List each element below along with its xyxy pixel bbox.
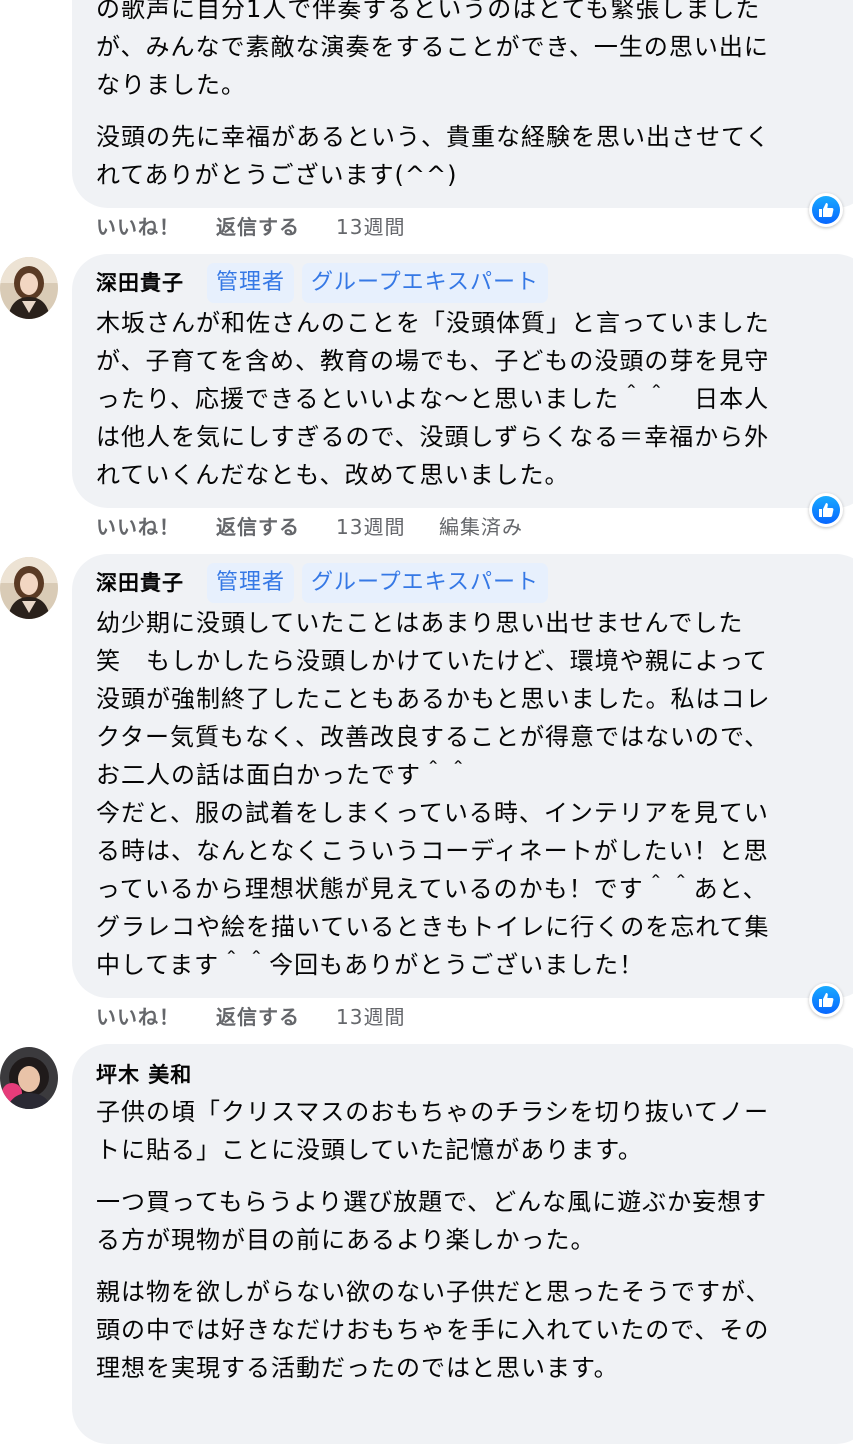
like-reaction-badge[interactable] — [809, 983, 843, 1017]
avatar[interactable] — [0, 557, 58, 619]
edited-label: 編集済み — [439, 515, 523, 539]
comment-text: 一つ買ってもらうより選び放題で、どんな風に遊ぶか妄想す る方が現物が目の前にある… — [96, 1188, 768, 1254]
timestamp[interactable]: 13週間 — [336, 514, 405, 540]
comment-text: 子供の頃「クリスマスのおもちゃのチラシを切り抜いてノー トに貼る」ことに没頭して… — [96, 1098, 770, 1164]
reply-link[interactable]: 返信する — [216, 1004, 300, 1030]
thumbs-up-icon — [819, 203, 834, 217]
like-link[interactable]: いいね！ — [96, 1004, 180, 1030]
comment-text: の歌声に自分1人で伴奏するというのはとても緊張しました が、みんなで素敵な演奏を… — [96, 0, 769, 99]
admin-badge: 管理者 — [207, 263, 295, 303]
reply-link[interactable]: 返信する — [216, 214, 300, 240]
comment-text: 木坂さんが和佐さんのことを「没頭体質」と言っていました が、子育てを含め、教育の… — [96, 309, 770, 489]
thumbs-up-icon — [819, 503, 834, 517]
reply-link[interactable]: 返信する — [216, 514, 300, 540]
like-reaction-badge[interactable] — [809, 193, 843, 227]
comment-text: 幼少期に没頭していたことはあまり思い出せませんでした 笑 もしかしたら没頭しかけ… — [96, 609, 771, 979]
like-link[interactable]: いいね！ — [96, 514, 180, 540]
like-link[interactable]: いいね！ — [96, 214, 180, 240]
comment-text: 親は物を欲しがらない欲のない子供だと思ったそうですが、 頭の中では好きなだけおも… — [96, 1278, 771, 1382]
comment-text: 没頭の先に幸福があるという、貴重な経験を思い出させてく れてありがとうございます… — [96, 123, 771, 189]
avatar[interactable] — [0, 257, 58, 319]
avatar[interactable] — [0, 1047, 58, 1109]
comment-author[interactable]: 坪木 美和 — [96, 1060, 192, 1090]
comment-author[interactable]: 深田貴子 — [96, 568, 184, 598]
group-expert-badge: グループエキスパート — [302, 263, 549, 303]
thumbs-up-icon — [819, 993, 834, 1007]
like-reaction-badge[interactable] — [809, 493, 843, 527]
group-expert-badge: グループエキスパート — [302, 563, 549, 603]
admin-badge: 管理者 — [207, 563, 295, 603]
timestamp[interactable]: 13週間 — [336, 1004, 405, 1030]
comment-author[interactable]: 深田貴子 — [96, 268, 184, 298]
timestamp[interactable]: 13週間 — [336, 214, 405, 240]
